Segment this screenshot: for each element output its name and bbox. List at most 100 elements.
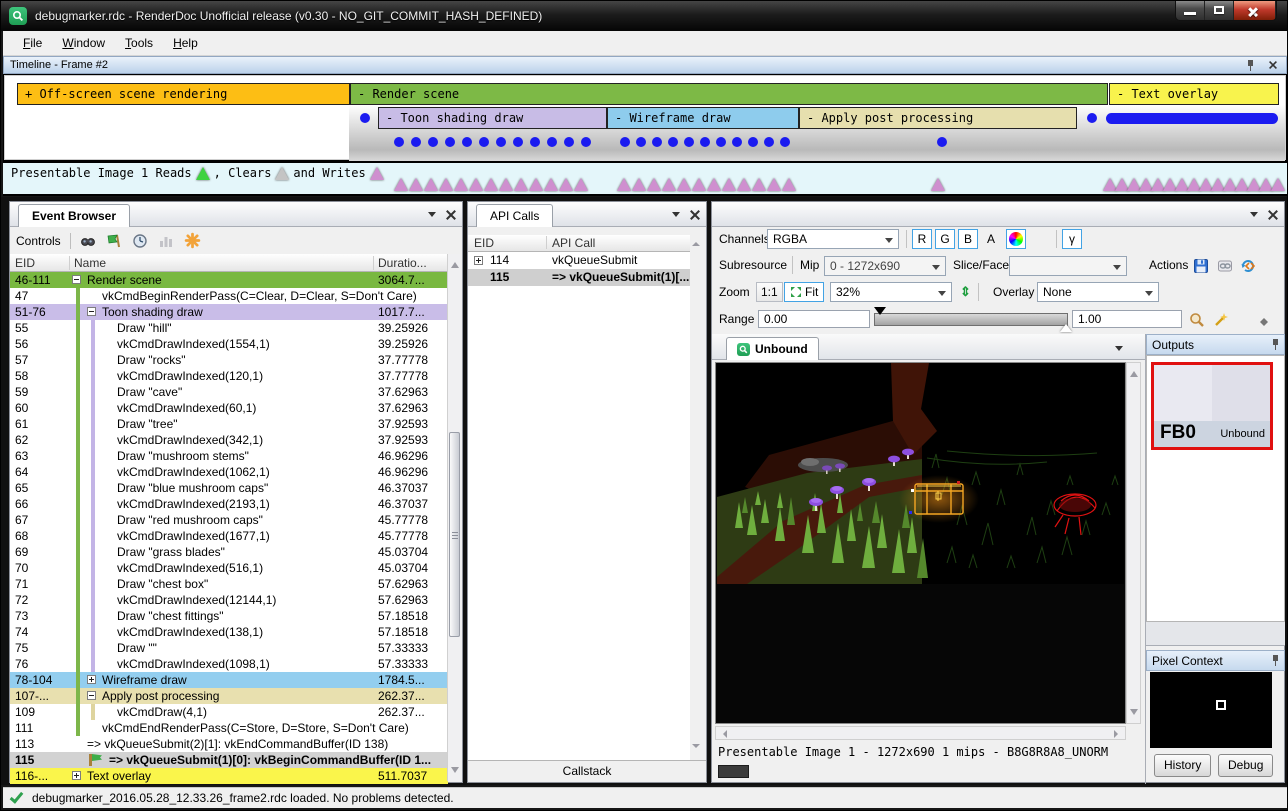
maximize-button[interactable] [1205,1,1234,20]
timeline-panel-header[interactable]: Timeline - Frame #2 [3,56,1287,74]
autofit-range-icon[interactable] [1212,311,1229,328]
close-panel-icon[interactable] [446,210,456,220]
event-row[interactable]: 73Draw "chest fittings"57.18518 [10,608,448,624]
close-panel-icon[interactable] [690,210,700,220]
event-row[interactable]: 69Draw "grass blades"45.03704 [10,544,448,560]
event-row[interactable]: 76vkCmdDrawIndexed(1098,1)57.33333 [10,656,448,672]
alpha-channel-button[interactable]: A [981,229,1001,249]
pin-icon[interactable] [1272,339,1279,350]
debug-button[interactable]: Debug [1218,754,1273,777]
title-bar[interactable]: debugmarker.rdc - RenderDoc Unofficial r… [1,1,1287,31]
pin-icon[interactable] [1272,655,1279,666]
event-row[interactable]: 113=> vkQueueSubmit(2)[1]: vkEndCommandB… [10,736,448,752]
event-row[interactable]: 107-...Apply post processing262.37... [10,688,448,704]
event-row[interactable]: 63Draw "mushroom stems"46.96296 [10,448,448,464]
api-call-row[interactable]: 114vkQueueSubmit [468,252,690,269]
history-button[interactable]: History [1154,754,1211,777]
close-panel-icon[interactable] [1268,210,1278,220]
expander-icon[interactable] [474,256,483,265]
range-expand-icon[interactable] [1260,314,1268,322]
api-call-row[interactable]: 115=> vkQueueSubmit(1)[... [468,269,690,286]
viewport-horizontal-scrollbar[interactable] [715,726,1126,740]
callstack-section[interactable]: Callstack [468,760,706,782]
event-row[interactable]: 60vkCmdDrawIndexed(60,1)37.62963 [10,400,448,416]
menu-item-file[interactable]: File [13,32,52,54]
mip-select[interactable]: 0 - 1272x690 [824,256,946,276]
zoom-level-select[interactable]: 32% [830,282,952,302]
zoom-1to1-button[interactable]: 1:1 [756,282,783,302]
range-max-input[interactable]: 1.00 [1072,310,1182,328]
timeline-bar[interactable]: + Off-screen scene rendering [17,83,350,105]
overlay-select[interactable]: None [1037,282,1159,302]
timeline-bar[interactable]: - Wireframe draw [607,107,799,129]
range-collapse-icon[interactable] [1260,322,1268,330]
find-event-icon[interactable] [80,232,97,249]
close-panel-icon[interactable] [1269,61,1277,69]
timeline-bar[interactable]: - Text overlay [1109,83,1279,105]
scroll-down-icon[interactable] [1130,709,1138,719]
scroll-left-icon[interactable] [719,730,727,738]
event-row[interactable]: 70vkCmdDrawIndexed(516,1)45.03704 [10,560,448,576]
expander-icon[interactable] [72,275,81,284]
event-row[interactable]: 64vkCmdDrawIndexed(1062,1)46.96296 [10,464,448,480]
menu-item-help[interactable]: Help [163,32,208,54]
flip-y-icon[interactable]: ⇕ [960,284,971,300]
zoom-range-icon[interactable] [1188,311,1205,328]
minimize-button[interactable] [1176,1,1205,20]
event-row[interactable]: 116-...Text overlay511.7037 [10,768,448,784]
event-row[interactable]: 61Draw "tree"37.92593 [10,416,448,432]
open-texture-list-icon[interactable] [1216,257,1233,274]
green-channel-button[interactable]: G [935,229,955,249]
scroll-right-icon[interactable] [1114,730,1122,738]
channels-select[interactable]: RGBA [767,229,899,249]
expander-icon[interactable] [87,307,96,316]
scroll-up-icon[interactable] [451,258,459,268]
timeline-bar[interactable]: - Toon shading draw [378,107,607,129]
range-black-point-handle[interactable] [874,307,886,315]
goto-resource-icon[interactable] [1239,257,1256,274]
expander-icon[interactable] [72,771,81,780]
event-row[interactable]: 66vkCmdDrawIndexed(2193,1)46.37037 [10,496,448,512]
event-row[interactable]: 111vkCmdEndRenderPass(C=Store, D=Store, … [10,720,448,736]
tab-api-calls[interactable]: API Calls [476,204,553,227]
scroll-up-icon[interactable] [692,238,700,246]
event-row[interactable]: 59Draw "cave"37.62963 [10,384,448,400]
event-row[interactable]: 78-104Wireframe draw1784.5... [10,672,448,688]
zoom-fit-button[interactable]: Fit [784,282,824,302]
event-row[interactable]: 62vkCmdDrawIndexed(342,1)37.92593 [10,432,448,448]
event-row[interactable]: 68vkCmdDrawIndexed(1677,1)45.77778 [10,528,448,544]
event-row[interactable]: 46-111Render scene3064.7... [10,272,448,288]
tab-unbound-texture[interactable]: Unbound [726,337,819,360]
tab-event-browser[interactable]: Event Browser [18,204,130,227]
bookmark-icon[interactable] [184,232,201,249]
panel-menu-icon[interactable] [428,212,436,221]
red-channel-button[interactable]: R [912,229,932,249]
pin-icon[interactable] [1247,60,1254,71]
close-button[interactable] [1234,1,1276,20]
fb0-thumbnail[interactable]: FB0 Unbound [1151,362,1273,450]
event-row[interactable]: 56vkCmdDrawIndexed(1554,1)39.25926 [10,336,448,352]
event-row[interactable]: 115=> vkQueueSubmit(1)[0]: vkBeginComman… [10,752,448,768]
range-min-input[interactable]: 0.00 [758,310,870,328]
texture-list-dropdown-icon[interactable] [1115,346,1123,355]
scroll-up-icon[interactable] [1130,367,1138,377]
jump-to-eid-icon[interactable] [106,232,123,249]
scroll-down-icon[interactable] [692,744,700,752]
event-row[interactable]: 51-76Toon shading draw1017.7... [10,304,448,320]
event-row[interactable]: 75Draw ""57.33333 [10,640,448,656]
color-wheel-button[interactable] [1006,229,1026,249]
event-row[interactable]: 72vkCmdDrawIndexed(12144,1)57.62963 [10,592,448,608]
event-row[interactable]: 55Draw "hill"39.25926 [10,320,448,336]
expander-icon[interactable] [87,675,96,684]
event-row[interactable]: 67Draw "red mushroom caps"45.77778 [10,512,448,528]
event-row[interactable]: 65Draw "blue mushroom caps"46.37037 [10,480,448,496]
blue-channel-button[interactable]: B [958,229,978,249]
panel-menu-icon[interactable] [672,212,680,221]
event-row[interactable]: 109vkCmdDraw(4,1)262.37... [10,704,448,720]
viewport-vertical-scrollbar[interactable] [1126,362,1141,724]
slice-face-select[interactable] [1009,256,1127,276]
range-slider[interactable] [874,313,1068,326]
event-row[interactable]: 74vkCmdDrawIndexed(138,1)57.18518 [10,624,448,640]
expander-icon[interactable] [87,691,96,700]
event-list-scrollbar[interactable] [447,254,461,781]
